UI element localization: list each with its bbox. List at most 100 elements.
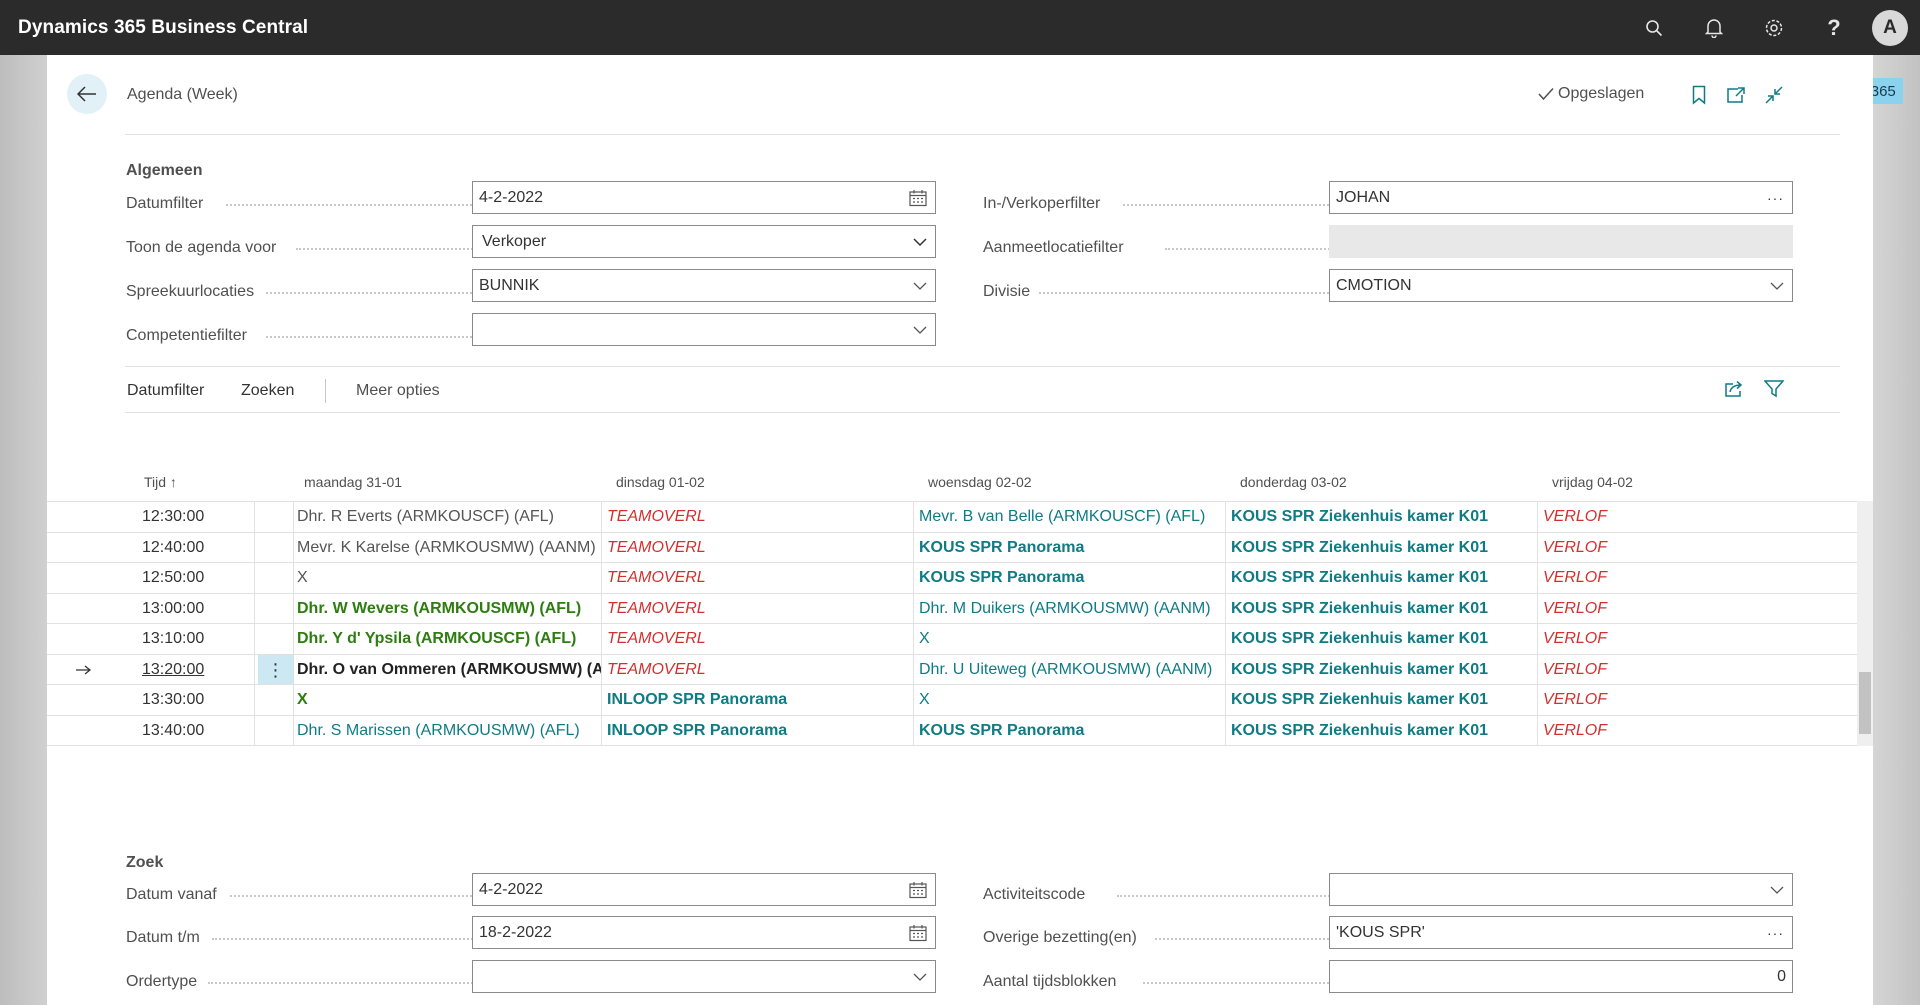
cell-day-4[interactable]: VERLOF — [1540, 533, 1810, 564]
chevron-down-icon[interactable] — [913, 326, 927, 334]
table-row[interactable]: 13:30:00 X INLOOP SPR Panorama X KOUS SPR Zi… — [47, 684, 1857, 716]
share-icon[interactable] — [1722, 377, 1746, 401]
grid-header-time[interactable]: Tijd ↑ — [144, 474, 177, 490]
cell-day-2[interactable]: KOUS SPR Panorama — [916, 563, 1226, 594]
back-button[interactable] — [67, 74, 107, 114]
cell-day-3[interactable]: KOUS SPR Ziekenhuis kamer K01 — [1228, 563, 1538, 594]
verkoperfilter-input[interactable]: JOHAN ··· — [1329, 181, 1793, 214]
cell-day-2[interactable]: KOUS SPR Panorama — [916, 715, 1226, 746]
calendar-icon[interactable] — [909, 881, 927, 898]
cell-day-1[interactable]: TEAMOVERL — [604, 563, 914, 594]
cell-day-1[interactable]: INLOOP SPR Panorama — [604, 685, 914, 716]
table-row[interactable]: 12:30:00 Dhr. R Everts (ARMKOUSCF) (AFL) T… — [47, 501, 1857, 533]
chevron-down-icon[interactable] — [913, 973, 927, 981]
cell-day-0[interactable]: Dhr. W Wevers (ARMKOUSMW) (AFL) — [294, 593, 602, 624]
action-zoeken[interactable]: Zoeken — [241, 382, 294, 400]
row-menu-button[interactable]: ⋮ — [258, 654, 294, 685]
cell-day-0[interactable]: Dhr. S Marissen (ARMKOUSMW) (AFL) — [294, 715, 602, 746]
divisie-select[interactable]: CMOTION — [1329, 269, 1793, 302]
grid-header-fri[interactable]: vrijdag 04-02 — [1552, 474, 1633, 490]
row-menu-button[interactable] — [258, 502, 294, 533]
cell-day-1[interactable]: INLOOP SPR Panorama — [604, 715, 914, 746]
cell-time[interactable]: 13:30:00 — [139, 685, 255, 716]
competentiefilter-select[interactable] — [472, 313, 936, 346]
table-row[interactable]: 13:20:00 ⋮ Dhr. O van Ommeren (ARMKOUSMW) … — [47, 653, 1857, 686]
chevron-down-icon[interactable] — [913, 282, 927, 290]
row-menu-button[interactable] — [258, 593, 294, 624]
cell-day-4[interactable]: VERLOF — [1540, 716, 1810, 747]
table-row[interactable]: 13:10:00 Dhr. Y d' Ypsila (ARMKOUSCF) (AF… — [47, 623, 1857, 655]
search-icon[interactable] — [1624, 0, 1684, 55]
action-datumfilter[interactable]: Datumfilter — [127, 382, 204, 400]
open-new-window-icon[interactable] — [1724, 83, 1748, 107]
row-menu-button[interactable] — [258, 715, 294, 746]
table-row[interactable]: 13:50:00Mevr. G Freriks-de Jong (ARMKOUS… — [47, 745, 1857, 746]
cell-day-1[interactable]: TEAMOVERL — [604, 624, 914, 655]
cell-time[interactable]: 13:40:00 — [139, 715, 255, 746]
more-options-icon[interactable]: ··· — [1767, 190, 1784, 206]
cell-day-0[interactable]: X — [294, 685, 602, 716]
cell-day-1[interactable]: TEAMOVERL — [604, 502, 914, 533]
help-icon[interactable]: ? — [1804, 0, 1864, 55]
spreekuurlocaties-select[interactable]: BUNNIK — [472, 269, 936, 302]
cell-day-4[interactable]: VERLOF — [1540, 563, 1810, 594]
chevron-down-icon[interactable] — [1770, 282, 1784, 290]
bookmark-icon[interactable] — [1687, 83, 1711, 107]
cell-time[interactable]: 13:00:00 — [139, 593, 255, 624]
row-menu-button[interactable] — [258, 685, 294, 716]
row-menu-button[interactable] — [258, 532, 294, 563]
collapse-icon[interactable] — [1762, 83, 1786, 107]
cell-day-2[interactable]: X — [916, 624, 1226, 655]
cell-day-4[interactable]: VERLOF — [1540, 502, 1810, 533]
cell-time[interactable]: 12:40:00 — [139, 532, 255, 563]
datum-vanaf-input[interactable]: 4-2-2022 — [472, 873, 936, 906]
cell-day-2[interactable]: X — [916, 685, 1226, 716]
avatar[interactable]: A — [1872, 9, 1908, 46]
cell-day-2[interactable]: Dhr. M Duikers (ARMKOUSMW) (AANM) — [916, 593, 1226, 624]
table-row[interactable]: 13:00:00 Dhr. W Wevers (ARMKOUSMW) (AFL) T… — [47, 592, 1857, 625]
cell-day-0[interactable]: Dhr. Y d' Ypsila (ARMKOUSCF) (AFL) — [294, 624, 602, 655]
cell-day-3[interactable]: KOUS SPR Ziekenhuis kamer K01 — [1228, 624, 1538, 655]
cell-time[interactable]: 12:50:00 — [139, 563, 255, 594]
chevron-down-icon[interactable] — [1770, 886, 1784, 894]
grid-header-mon[interactable]: maandag 31-01 — [304, 474, 402, 490]
grid-header-thu[interactable]: donderdag 03-02 — [1240, 474, 1347, 490]
activiteitscode-select[interactable] — [1329, 873, 1793, 906]
cell-day-1[interactable]: TEAMOVERL — [604, 532, 914, 563]
cell-day-1[interactable]: TEAMOVERL — [604, 593, 914, 624]
grid-header-tue[interactable]: dinsdag 01-02 — [616, 474, 705, 490]
cell-day-1[interactable]: TEAMOVERL — [604, 654, 914, 685]
table-row[interactable]: 13:40:00 Dhr. S Marissen (ARMKOUSMW) (AFL… — [47, 714, 1857, 747]
cell-day-2[interactable]: Dhr. U Uiteweg (ARMKOUSMW) (AANM) — [916, 654, 1226, 685]
grid-header-wed[interactable]: woensdag 02-02 — [928, 474, 1032, 490]
datum-tm-input[interactable]: 18-2-2022 — [472, 916, 936, 949]
row-menu-button[interactable] — [258, 563, 294, 594]
cell-day-3[interactable]: KOUS SPR Ziekenhuis kamer K01 — [1228, 532, 1538, 563]
row-menu-button[interactable] — [258, 624, 294, 655]
search-section-title[interactable]: Zoek — [126, 854, 163, 872]
ordertype-select[interactable] — [472, 960, 936, 993]
cell-time[interactable]: 12:30:00 — [139, 502, 255, 533]
cell-day-2[interactable]: KOUS SPR Panorama — [916, 532, 1226, 563]
table-row[interactable]: 12:40:00 Mevr. K Karelse (ARMKOUSMW) (AAN… — [47, 531, 1857, 564]
aantal-tijdsblokken-input[interactable]: 0 — [1329, 960, 1793, 993]
cell-day-0[interactable]: Dhr. O van Ommeren (ARMKOUSMW) (AFL) — [294, 654, 602, 685]
cell-day-3[interactable]: KOUS SPR Ziekenhuis kamer K01 — [1228, 502, 1538, 533]
calendar-icon[interactable] — [909, 189, 927, 206]
cell-time[interactable]: 13:10:00 — [139, 624, 255, 655]
cell-day-3[interactable]: KOUS SPR Ziekenhuis kamer K01 — [1228, 654, 1538, 685]
cell-day-2[interactable]: Mevr. B van Belle (ARMKOUSCF) (AFL) — [916, 502, 1226, 533]
calendar-icon[interactable] — [909, 924, 927, 941]
table-row[interactable]: 12:50:00 X TEAMOVERL KOUS SPR Panorama KOUS … — [47, 562, 1857, 594]
general-section-title[interactable]: Algemeen — [126, 162, 202, 180]
cell-day-3[interactable]: KOUS SPR Ziekenhuis kamer K01 — [1228, 685, 1538, 716]
cell-day-3[interactable]: KOUS SPR Ziekenhuis kamer K01 — [1228, 715, 1538, 746]
grid-scroll-thumb[interactable] — [1859, 672, 1871, 734]
cell-day-0[interactable]: X — [294, 563, 602, 594]
cell-day-4[interactable]: VERLOF — [1540, 594, 1810, 625]
filter-icon[interactable] — [1762, 377, 1786, 401]
app-title[interactable]: Dynamics 365 Business Central — [18, 17, 308, 39]
more-options-icon[interactable]: ··· — [1767, 925, 1784, 941]
cell-day-4[interactable]: VERLOF — [1540, 655, 1810, 686]
cell-day-0[interactable]: Dhr. R Everts (ARMKOUSCF) (AFL) — [294, 502, 602, 533]
